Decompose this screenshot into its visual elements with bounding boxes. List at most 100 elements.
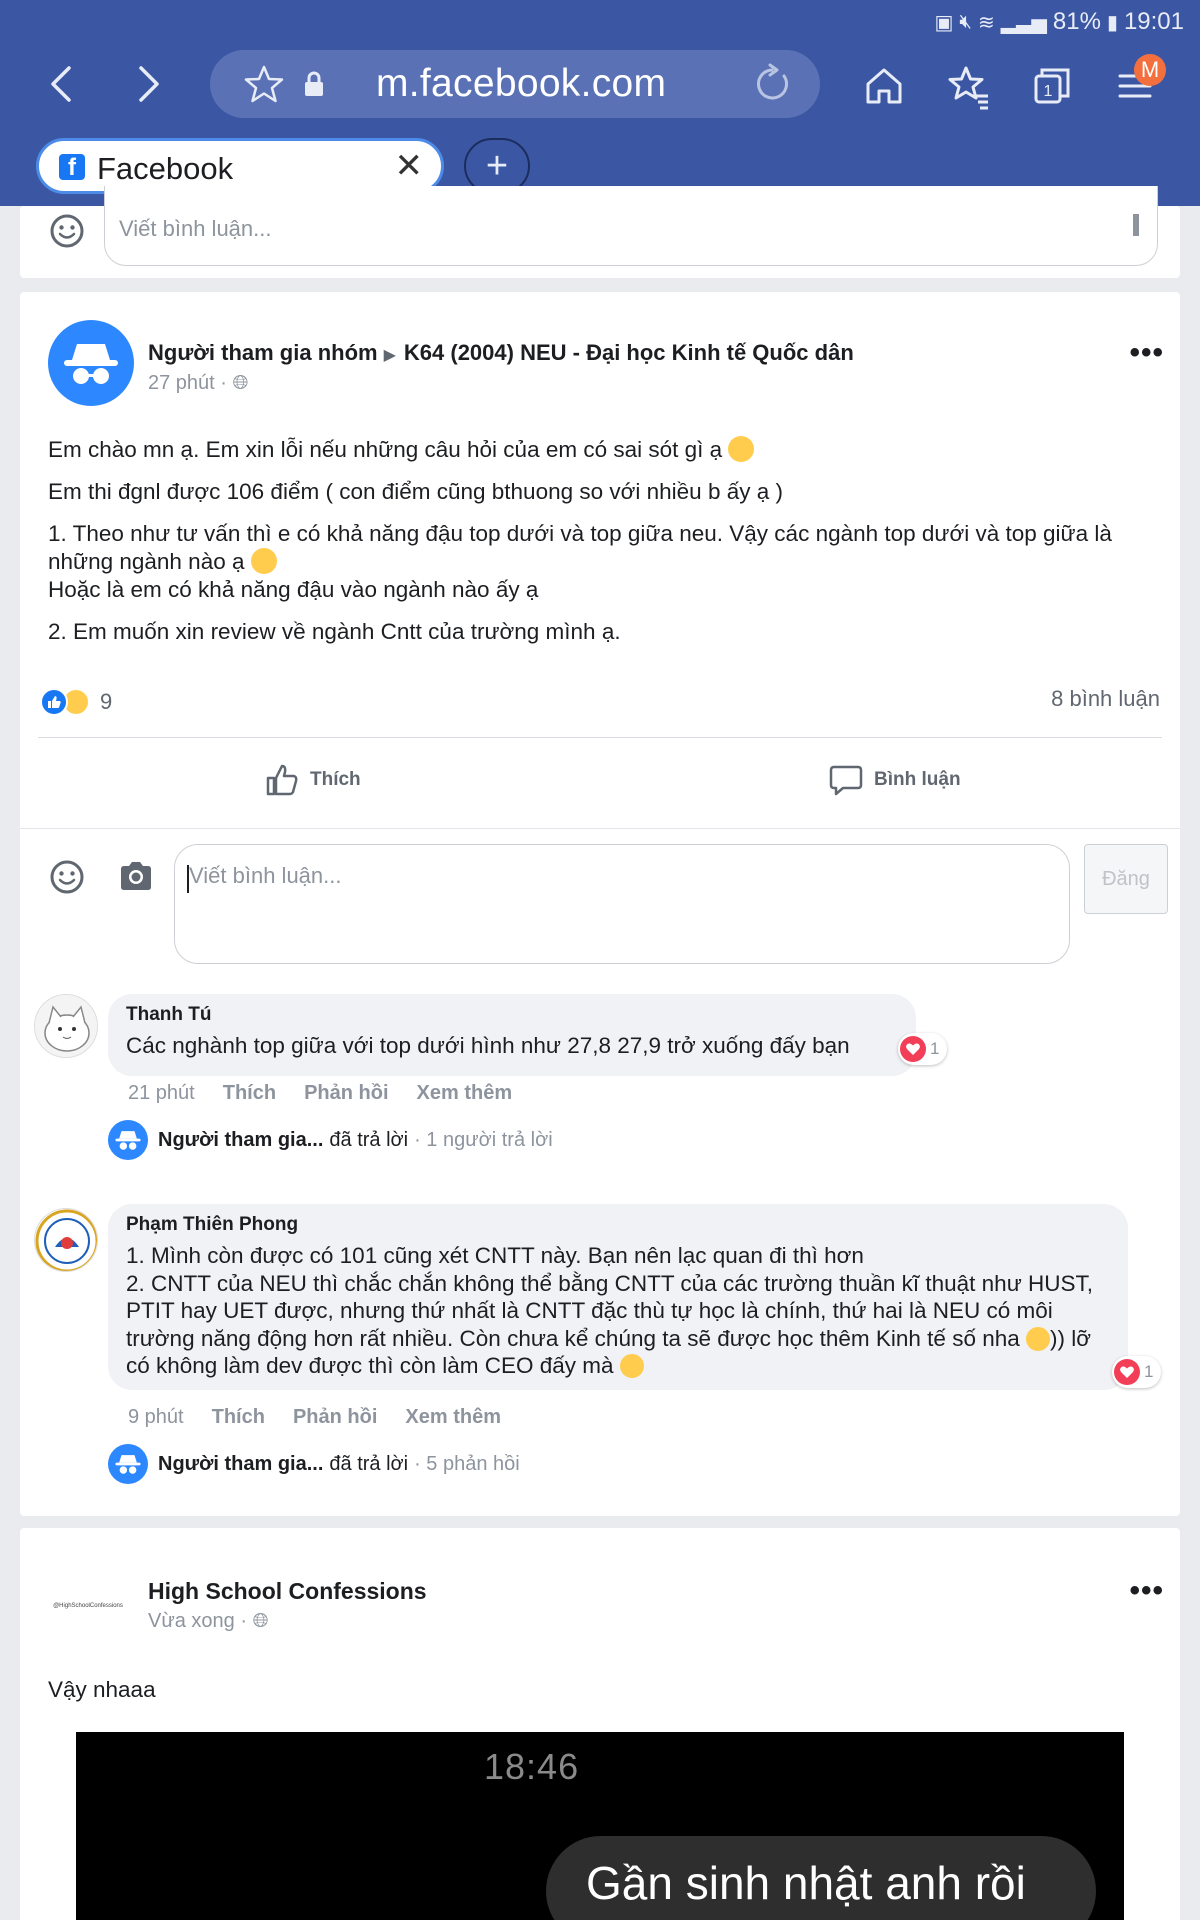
post-line-4: Hoặc là em có khả năng đậu vào ngành nào… bbox=[48, 577, 539, 602]
group-name[interactable]: K64 (2004) NEU - Đại học Kinh tế Quốc dâ… bbox=[404, 340, 854, 365]
anonymous-avatar bbox=[108, 1120, 148, 1160]
comment-placeholder: Viết bình luận... bbox=[119, 216, 272, 241]
address-row: m.facebook.com 1 bbox=[0, 46, 1200, 122]
like-label: Thích bbox=[310, 769, 361, 790]
comment-bubble[interactable]: Thanh Tú Các nghành top giữa với top dướ… bbox=[108, 994, 916, 1076]
forward-button[interactable] bbox=[120, 56, 176, 112]
post-line-1: Em chào mn ạ. Em xin lỗi nếu những câu h… bbox=[48, 437, 723, 462]
reply-summary[interactable]: Người tham gia... đã trả lời · 1 người t… bbox=[108, 1118, 553, 1162]
post-author-line: Người tham gia nhóm ▶ K64 (2004) NEU - Đại… bbox=[148, 340, 854, 366]
comment-input[interactable]: Viết bình luận... bbox=[174, 844, 1070, 964]
incognito-icon bbox=[115, 1455, 141, 1474]
reaction-summary[interactable]: 9 bbox=[40, 686, 112, 718]
clock: 19:01 bbox=[1123, 8, 1184, 35]
post-line-5: 2. Em muốn xin review về ngành Cntt của … bbox=[48, 619, 621, 644]
post-line-3: 1. Theo như tư vấn thì e có khả năng đậu… bbox=[48, 521, 1112, 574]
comment-line-1: 1. Mình còn được có 101 cũng xét CNTT nà… bbox=[126, 1243, 864, 1268]
url-text[interactable]: m.facebook.com bbox=[376, 62, 666, 106]
camera-icon[interactable] bbox=[118, 860, 154, 892]
like-button[interactable]: Thích bbox=[264, 758, 361, 802]
more-options-icon[interactable]: ••• bbox=[1129, 338, 1164, 368]
incognito-icon bbox=[64, 344, 118, 384]
reaction-count: 9 bbox=[100, 689, 113, 714]
comment-button[interactable]: Bình luận bbox=[828, 758, 961, 802]
url-bar[interactable]: m.facebook.com bbox=[210, 50, 820, 118]
like-reaction-icon bbox=[40, 688, 68, 716]
more-options-icon[interactable]: ••• bbox=[1129, 1576, 1164, 1606]
reply-author: Người tham gia... bbox=[158, 1128, 324, 1151]
reply-count: · 1 người trả lời bbox=[414, 1128, 553, 1151]
crying-cat-emoji-icon bbox=[250, 548, 277, 574]
browser-chrome: ▣ 🔇︎ ≋ ▂▃▅ 81% ▮ 19:01 m.facebook.com 1 … bbox=[0, 0, 1200, 206]
comment-meta: 9 phút Thích Phản hồi Xem thêm bbox=[128, 1406, 501, 1429]
post-card: Người tham gia nhóm ▶ K64 (2004) NEU - Đại… bbox=[20, 292, 1180, 1516]
reload-icon[interactable] bbox=[750, 62, 794, 106]
author-name[interactable]: Người tham gia nhóm bbox=[148, 340, 378, 365]
post-time[interactable]: Vừa xong bbox=[148, 1610, 235, 1632]
post-body: Vậy nhaaa bbox=[48, 1677, 156, 1702]
reply-verb: đã trả lời bbox=[329, 1452, 409, 1475]
anonymous-avatar[interactable] bbox=[48, 320, 134, 406]
page-logo-text: @HighSchoolConfessions bbox=[53, 1603, 123, 1609]
comment-bubble[interactable]: Phạm Thiên Phong 1. Mình còn được có 101… bbox=[108, 1204, 1128, 1390]
commenter-name[interactable]: Thanh Tú bbox=[126, 1004, 898, 1026]
home-icon[interactable] bbox=[858, 60, 910, 112]
comment-reply-link[interactable]: Phản hồi bbox=[304, 1082, 388, 1105]
previous-post-comment-bar: Viết bình luận... bbox=[20, 186, 1180, 278]
comment-more-link[interactable]: Xem thêm bbox=[405, 1406, 501, 1429]
commenter-name[interactable]: Phạm Thiên Phong bbox=[126, 1214, 1110, 1236]
comment-reaction-badge[interactable]: 1 bbox=[898, 1033, 948, 1065]
video-player[interactable]: 18:46 Gần sinh nhật anh rồi bbox=[76, 1732, 1124, 1920]
cat-avatar-icon bbox=[35, 995, 97, 1057]
post-meta: 27 phút · 🌐︎ bbox=[148, 372, 249, 394]
close-icon[interactable]: ✕ bbox=[395, 149, 424, 183]
bookmarks-icon[interactable] bbox=[942, 60, 994, 112]
battery-icon: ▮ bbox=[1106, 11, 1118, 34]
commenter-avatar[interactable] bbox=[34, 994, 98, 1058]
status-bar: ▣ 🔇︎ ≋ ▂▃▅ 81% ▮ 19:01 bbox=[934, 6, 1184, 38]
divider bbox=[38, 737, 1162, 738]
university-seal-icon bbox=[35, 1209, 97, 1271]
comment-input[interactable]: Viết bình luận... bbox=[104, 186, 1158, 266]
comment-time[interactable]: 9 phút bbox=[128, 1406, 184, 1429]
post-body: Em chào mn ạ. Em xin lỗi nếu những câu h… bbox=[48, 436, 1158, 660]
tabs-icon[interactable]: 1 bbox=[1026, 60, 1078, 112]
caret-right-icon: ▶ bbox=[383, 347, 396, 364]
emoji-icon[interactable] bbox=[48, 212, 86, 250]
comment-like-link[interactable]: Thích bbox=[223, 1082, 276, 1105]
post-comment-button[interactable]: Đăng bbox=[1084, 844, 1168, 914]
page-logo[interactable]: @HighSchoolConfessions bbox=[48, 1584, 128, 1628]
video-screen-time: 18:46 bbox=[484, 1746, 580, 1787]
heart-count: 1 bbox=[1144, 1362, 1154, 1381]
frowning-emoji-icon bbox=[619, 1354, 644, 1378]
comment-text: Các nghành top giữa với top dưới hình nh… bbox=[126, 1033, 850, 1058]
comment-time[interactable]: 21 phút bbox=[128, 1082, 195, 1105]
facebook-logo-icon: f bbox=[59, 154, 85, 181]
comment-reply-link[interactable]: Phản hồi bbox=[293, 1406, 377, 1429]
commenter-avatar[interactable] bbox=[34, 1208, 98, 1272]
scroll-indicator bbox=[1133, 214, 1139, 236]
wifi-icon: ≋ bbox=[977, 11, 995, 34]
back-button[interactable] bbox=[34, 56, 90, 112]
heart-count: 1 bbox=[930, 1039, 940, 1058]
page-name[interactable]: High School Confessions bbox=[148, 1578, 427, 1605]
mute-icon: 🔇︎ bbox=[959, 10, 972, 33]
post-time[interactable]: 27 phút bbox=[148, 372, 215, 394]
bookmark-star-icon[interactable] bbox=[244, 64, 284, 104]
account-badge[interactable]: M bbox=[1134, 54, 1166, 86]
comment-placeholder: Viết bình luận... bbox=[189, 863, 342, 888]
battery-percent: 81% bbox=[1052, 8, 1101, 35]
comment-bubble-icon bbox=[829, 765, 863, 796]
comment-count[interactable]: 8 bình luận bbox=[1051, 686, 1160, 712]
reply-summary[interactable]: Người tham gia... đã trả lời · 5 phản hồ… bbox=[108, 1442, 520, 1486]
comment-more-link[interactable]: Xem thêm bbox=[417, 1082, 513, 1105]
thumbs-up-icon bbox=[266, 764, 298, 796]
comment-label: Bình luận bbox=[874, 769, 961, 790]
comment-line-2: 2. CNTT của NEU thì chắc chắn không thể … bbox=[126, 1270, 1094, 1351]
comment-reaction-badge[interactable]: 1 bbox=[1112, 1356, 1162, 1388]
post-card: @HighSchoolConfessions High School Confe… bbox=[20, 1528, 1180, 1920]
comment-like-link[interactable]: Thích bbox=[212, 1406, 265, 1429]
anonymous-avatar bbox=[108, 1444, 148, 1484]
reply-count: · 5 phản hồi bbox=[414, 1452, 520, 1475]
emoji-icon[interactable] bbox=[48, 858, 86, 896]
